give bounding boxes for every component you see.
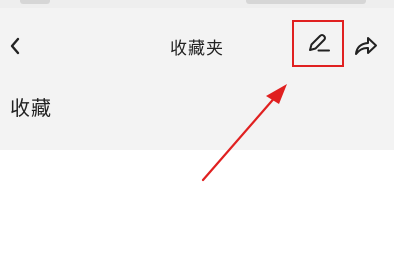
navigation-bar: 收藏夹 xyxy=(0,20,394,68)
share-arrow-icon xyxy=(355,37,377,55)
pencil-icon xyxy=(309,33,330,51)
section-heading: 收藏 xyxy=(10,96,52,120)
share-button[interactable] xyxy=(352,32,380,60)
favorites-screen: 收藏夹 收藏 xyxy=(0,0,394,265)
edit-button[interactable] xyxy=(292,20,344,67)
status-bar xyxy=(0,0,394,8)
